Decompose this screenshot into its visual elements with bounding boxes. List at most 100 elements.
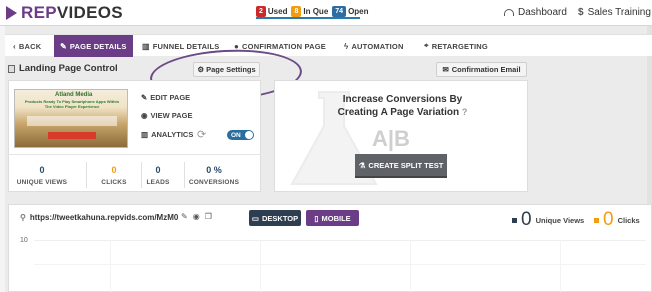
y-axis-tick: 10 — [20, 237, 28, 244]
toggle-knob — [245, 131, 253, 139]
sync-icon[interactable]: ⟳ — [197, 128, 206, 141]
used-count-badge: 2 — [256, 5, 266, 17]
open-count-badge: 74 — [332, 5, 347, 17]
metric-conversions: 0 % CONVERSIONS — [184, 165, 244, 186]
edit-icon: ✎ — [60, 41, 67, 51]
legend-unique-views-value: 0 — [521, 209, 532, 230]
ab-watermark: A|B — [372, 126, 410, 151]
view-page-label: VIEW PAGE — [150, 111, 193, 120]
clicks-swatch — [594, 217, 599, 223]
chart-vgrid — [560, 240, 561, 292]
unique-views-swatch — [512, 217, 517, 223]
open-label: Open — [348, 6, 369, 16]
eye-icon: ◉ — [141, 111, 148, 120]
tab-retargeting-label: RETARGETING — [431, 41, 488, 51]
in-que-label: In Que — [303, 6, 329, 16]
chart-gridline — [34, 264, 646, 265]
usage-stats: 2 Used 8 In Que 74 Open — [256, 4, 369, 18]
confirmation-email-button[interactable]: ✉ Confirmation Email — [436, 62, 527, 77]
tab-funnel-details-label: FUNNEL DETAILS — [152, 41, 220, 51]
legend-clicks-value: 0 — [603, 209, 614, 230]
play-icon — [6, 6, 17, 20]
mobile-label: MOBILE — [321, 213, 351, 223]
tab-automation-label: AUTOMATION — [351, 41, 404, 51]
conversions-value: 0 % — [206, 165, 222, 175]
landing-page-title: Landing Page Control — [8, 63, 118, 74]
back-button[interactable]: ‹ BACK — [13, 35, 41, 57]
envelope-icon: ✉ — [442, 65, 449, 74]
unique-views-label: UNIQUE VIEWS — [16, 179, 68, 186]
analytics-label-row: ▥ ANALYTICS — [141, 130, 193, 139]
edit-page-label: EDIT PAGE — [150, 93, 191, 102]
create-split-test-button[interactable]: ⚗ CREATE SPLIT TEST — [355, 154, 447, 178]
conversions-label: CONVERSIONS — [188, 179, 240, 186]
split-heading-line2: Creating A Page Variation — [337, 107, 460, 118]
chart-gridline — [34, 240, 646, 241]
bar-chart-icon: ▥ — [142, 41, 150, 51]
leads-value: 0 — [155, 165, 161, 175]
tab-automation[interactable]: ϟ AUTOMATION — [344, 35, 404, 57]
analytics-toggle[interactable]: ON — [227, 130, 254, 140]
url-actions: ✎ ◉ ❐ — [181, 212, 212, 221]
split-test-heading: Increase Conversions By Creating A Page … — [300, 94, 505, 119]
in-que-count-badge: 8 — [291, 5, 302, 17]
preview-icon[interactable]: ◉ — [193, 212, 200, 221]
desktop-label: DESKTOP — [261, 213, 299, 223]
back-label: BACK — [18, 41, 42, 51]
toggle-label: ON — [231, 131, 241, 139]
bolt-icon: ϟ — [344, 41, 349, 51]
metrics-divider — [8, 154, 261, 155]
chart-vgrid — [260, 240, 261, 292]
thumbnail-cta — [48, 132, 96, 139]
unique-views-value: 0 — [39, 165, 45, 175]
metric-leads: 0 LEADS — [128, 165, 188, 186]
tab-page-details[interactable]: ✎ PAGE DETAILS — [54, 35, 133, 57]
tab-bar: ‹ BACK ✎ PAGE DETAILS ▥ FUNNEL DETAILS ●… — [5, 34, 652, 57]
mobile-button[interactable]: ▯ MOBILE — [306, 210, 359, 226]
sales-training-link[interactable]: $ Sales Training — [578, 7, 651, 18]
metric-unique-views: 0 UNIQUE VIEWS — [12, 165, 72, 186]
left-edge — [0, 26, 5, 292]
stats-progress-bar — [256, 17, 360, 19]
create-split-test-label: CREATE SPLIT TEST — [368, 160, 444, 170]
page-url-text: https://tweetkahuna.repvids.com/MzM0 — [29, 213, 179, 222]
legend-unique-views-label: Unique Views — [535, 215, 585, 225]
crosshair-icon: ⌖ — [424, 41, 429, 50]
page-url: ⚲ https://tweetkahuna.repvids.com/MzM0 — [20, 213, 178, 222]
brand-logo[interactable]: REPVIDEOS — [6, 3, 123, 22]
legend-clicks-label: Clicks — [617, 215, 640, 225]
analytics-label: ANALYTICS — [151, 130, 194, 139]
page-icon — [8, 64, 15, 73]
help-icon[interactable]: ? — [462, 107, 468, 117]
confirmation-email-label: Confirmation Email — [451, 65, 521, 74]
tab-retargeting[interactable]: ⌖ RETARGETING — [424, 35, 488, 57]
thumbnail-headline: Products Ready To Play Smartphone Apps W… — [24, 99, 120, 109]
leads-label: LEADS — [146, 179, 170, 186]
flask-icon: ⚗ — [358, 160, 366, 170]
edit-page-link[interactable]: ✎ EDIT PAGE — [141, 93, 190, 102]
dollar-icon: $ — [578, 7, 584, 18]
chevron-left-icon: ‹ — [13, 41, 16, 51]
chart-vgrid — [410, 240, 411, 292]
mobile-icon: ▯ — [314, 213, 319, 223]
edit-page-icon: ✎ — [141, 93, 148, 102]
desktop-button[interactable]: ▭ DESKTOP — [249, 210, 301, 226]
dashboard-icon — [504, 9, 514, 16]
stat-open: 74 Open — [332, 5, 369, 17]
stat-in-que: 8 In Que — [291, 5, 329, 17]
used-label: Used — [267, 6, 288, 16]
copy-icon[interactable]: ❐ — [205, 212, 212, 221]
tab-page-details-label: PAGE DETAILS — [69, 41, 127, 51]
brand-suffix: VIDEOS — [56, 3, 123, 22]
legend-clicks: 0 Clicks — [594, 209, 640, 230]
dashboard-link[interactable]: Dashboard — [504, 7, 567, 18]
thumbnail-body — [27, 116, 117, 126]
edit-url-icon[interactable]: ✎ — [181, 212, 188, 221]
analytics-icon: ▥ — [141, 130, 149, 139]
link-icon: ⚲ — [20, 213, 26, 222]
chart-vgrid — [110, 240, 111, 292]
legend-unique-views: 0 Unique Views — [512, 209, 585, 230]
view-page-link[interactable]: ◉ VIEW PAGE — [141, 111, 193, 120]
landing-page-thumbnail[interactable]: Atland Media Products Ready To Play Smar… — [14, 89, 128, 148]
stat-used: 2 Used — [256, 5, 288, 17]
